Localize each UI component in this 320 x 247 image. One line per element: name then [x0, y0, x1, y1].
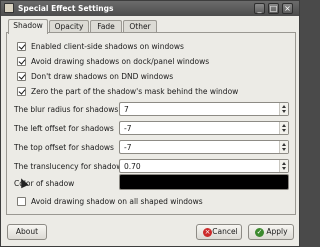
shadow-panel: Enabled client-side shadows on windows A… [6, 32, 296, 215]
checkbox-label: Enabled client-side shadows on windows [31, 42, 184, 51]
spin-arrows[interactable] [279, 122, 288, 134]
cancel-icon: × [203, 228, 212, 237]
blur-radius-spinbox[interactable]: 7 [119, 102, 289, 116]
blur-radius-label: The blur radius for shadows [14, 105, 119, 114]
spin-value[interactable]: -7 [124, 143, 131, 152]
left-offset-label: The left offset for shadows [14, 124, 114, 133]
arrow-up-icon[interactable] [282, 143, 286, 146]
spin-arrows[interactable] [279, 141, 288, 153]
checkbox-label: Don't draw shadows on DND windows [31, 72, 174, 81]
minimize-button[interactable]: _ [254, 3, 265, 14]
checkbox[interactable] [17, 42, 26, 51]
translucency-spinbox[interactable]: 0.70 [119, 159, 289, 173]
arrow-up-icon[interactable] [282, 124, 286, 127]
checkbox-label: Avoid drawing shadows on dock/panel wind… [31, 57, 210, 66]
spin-value[interactable]: 7 [124, 105, 129, 114]
arrow-down-icon[interactable] [282, 148, 286, 151]
cancel-button[interactable]: × Cancel [196, 224, 242, 240]
tab-shadow[interactable]: Shadow [8, 19, 48, 34]
arrow-down-icon[interactable] [282, 167, 286, 170]
maximize-button[interactable]: □ [268, 3, 279, 14]
check-icon: ✓ [255, 228, 264, 237]
window-title: Special Effect Settings [18, 4, 114, 13]
titlebar[interactable]: Special Effect Settings _ □ × [1, 1, 299, 16]
spin-value[interactable]: 0.70 [124, 162, 141, 171]
arrow-up-icon[interactable] [282, 162, 286, 165]
spin-arrows[interactable] [279, 103, 288, 115]
about-button[interactable]: About [7, 224, 47, 240]
apply-label: Apply [266, 227, 288, 236]
checkbox-label: Zero the part of the shadow's mask behin… [31, 87, 239, 96]
about-label: About [15, 227, 39, 236]
checkbox[interactable] [17, 87, 26, 96]
left-offset-spinbox[interactable]: -7 [119, 121, 289, 135]
cancel-label: Cancel [212, 227, 238, 236]
spin-value[interactable]: -7 [124, 124, 131, 133]
checkbox[interactable] [17, 72, 26, 81]
checkbox-label: Avoid drawing shadow on all shaped windo… [31, 197, 203, 206]
arrow-down-icon[interactable] [282, 110, 286, 113]
top-offset-label: The top offset for shadows [14, 143, 114, 152]
spin-arrows[interactable] [279, 160, 288, 172]
arrow-down-icon[interactable] [282, 129, 286, 132]
settings-window: Special Effect Settings _ □ × Shadow Opa… [0, 0, 300, 247]
shadow-color-button[interactable] [119, 174, 289, 190]
app-icon [4, 3, 14, 13]
checkbox[interactable] [17, 57, 26, 66]
translucency-label: The translucency for shadows [14, 162, 127, 171]
close-button[interactable]: × [282, 3, 293, 14]
checkbox[interactable] [17, 197, 26, 206]
top-offset-spinbox[interactable]: -7 [119, 140, 289, 154]
apply-button[interactable]: ✓ Apply [248, 224, 294, 240]
arrow-up-icon[interactable] [282, 105, 286, 108]
